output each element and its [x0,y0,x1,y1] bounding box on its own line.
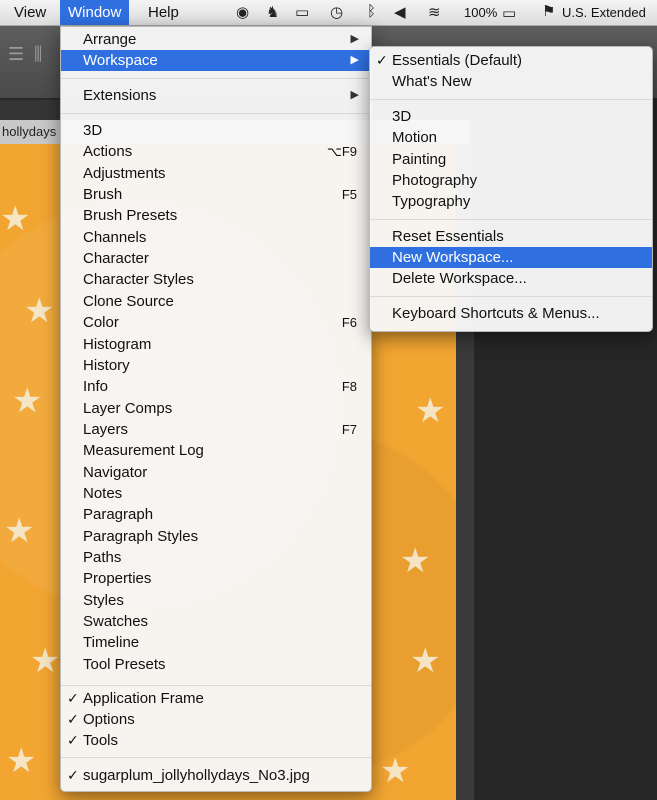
menu-item-panel[interactable]: Notes [61,483,371,504]
menu-item-panel[interactable]: Character [61,248,371,269]
window-menu: Arrange ▶ Workspace ▶ Extensions ▶ 3D Act… [60,26,372,792]
menu-item-panel[interactable]: Character Styles [61,269,371,290]
menu-item-panel[interactable]: Adjustments [61,163,371,184]
menu-item-options[interactable]: ✓ Options [61,709,371,730]
battery-percent: 100% [464,5,498,20]
menu-item-panel[interactable]: Info F8 [61,376,371,397]
submenu-arrow-icon: ▶ [350,89,359,101]
menu-item-panel[interactable]: Color F6 [61,312,371,333]
menu-divider [370,99,652,100]
airplay-icon[interactable]: ▭ [295,3,309,21]
star-pattern: ★ [0,200,31,238]
star-pattern: ★ [6,742,37,780]
menu-item-panel[interactable]: Swatches [61,611,371,632]
menu-item-panel[interactable]: Tool Presets [61,654,371,675]
star-pattern: ★ [4,512,35,550]
menu-help[interactable]: Help [140,0,187,25]
workspace-submenu: ✓ Essentials (Default) What's New 3D Mot… [369,46,653,332]
star-pattern: ★ [30,642,61,680]
menu-divider [370,296,652,297]
star-pattern: ★ [12,382,43,420]
wifi-icon[interactable]: ≋ [428,3,441,21]
menubar: View Window Help ◉ ♞ ▭ ◷ ᛒ ◀ ≋ 100% ▭ ⚑ … [0,0,657,26]
menu-item-panel[interactable]: Measurement Log [61,440,371,461]
menu-item-panel[interactable]: Layers F7 [61,419,371,440]
menu-item-panel[interactable]: Paragraph Styles [61,526,371,547]
star-pattern: ★ [410,642,441,680]
bluetooth-icon[interactable]: ᛒ [367,3,376,20]
menu-item-3d[interactable]: 3D [370,106,652,127]
menu-item-keyboard-shortcuts[interactable]: Keyboard Shortcuts & Menus... [370,303,652,324]
circle-a-icon[interactable]: ◉ [236,3,249,21]
star-pattern: ★ [400,542,431,580]
menu-item-panel[interactable]: Timeline [61,632,371,653]
menu-divider [61,78,371,79]
menu-item-tools[interactable]: ✓ Tools [61,730,371,751]
input-source[interactable]: U.S. Extended [562,0,646,25]
menu-item-panel[interactable]: 3D [61,120,371,141]
checkmark-icon: ✓ [67,690,79,706]
evernote-icon[interactable]: ♞ [266,3,279,21]
menu-divider [370,219,652,220]
menu-item-painting[interactable]: Painting [370,149,652,170]
menu-item-panel[interactable]: Paragraph [61,504,371,525]
shortcut-label: F6 [341,315,357,331]
menu-item-typography[interactable]: Typography [370,191,652,212]
menu-item-panel[interactable]: Channels [61,227,371,248]
menu-item-panel[interactable]: Actions ⌥F9 [61,141,371,162]
menu-item-panel[interactable]: Brush F5 [61,184,371,205]
toolbar-icon[interactable]: ☰ [8,44,24,65]
flag-icon: ⚑ [542,3,556,20]
star-pattern: ★ [415,392,446,430]
menu-item-panel[interactable]: Clone Source [61,291,371,312]
shortcut-label: F5 [341,187,357,203]
submenu-arrow-icon: ▶ [350,33,359,45]
menu-item-photography[interactable]: Photography [370,170,652,191]
menu-item-panel[interactable]: Layer Comps [61,398,371,419]
battery-icon[interactable]: ▭ [502,4,516,22]
menu-item-delete-workspace[interactable]: Delete Workspace... [370,268,652,289]
menu-item-panel[interactable]: Brush Presets [61,205,371,226]
menu-item-extensions[interactable]: Extensions ▶ [61,85,371,106]
menu-divider [61,685,371,686]
volume-icon[interactable]: ◀ [394,3,406,21]
menu-item-panel[interactable]: Styles [61,590,371,611]
star-pattern: ★ [380,752,411,790]
menu-item-motion[interactable]: Motion [370,127,652,148]
menu-item-panel[interactable]: Navigator [61,462,371,483]
menu-item-application-frame[interactable]: ✓ Application Frame [61,688,371,709]
menu-item-panel[interactable]: Properties [61,568,371,589]
menu-item-new-workspace[interactable]: New Workspace... [370,247,652,268]
checkmark-icon: ✓ [67,767,79,783]
menu-item-open-document[interactable]: ✓ sugarplum_jollyhollydays_No3.jpg [61,765,371,786]
menu-item-panel[interactable]: Histogram [61,334,371,355]
star-pattern: ★ [24,292,55,330]
menu-item-panel[interactable]: History [61,355,371,376]
time-machine-icon[interactable]: ◷ [330,3,343,21]
menu-divider [61,757,371,758]
checkmark-icon: ✓ [67,732,79,748]
shortcut-label: F7 [341,421,357,437]
submenu-arrow-icon: ▶ [350,54,359,66]
menu-item-workspace[interactable]: Workspace ▶ [61,50,371,71]
shortcut-label: ⌥F9 [326,144,357,160]
shortcut-label: F8 [341,379,357,395]
menu-window[interactable]: Window [60,0,130,25]
menu-item-whats-new[interactable]: What's New [370,71,652,92]
menu-item-panel[interactable]: Paths [61,547,371,568]
menu-divider [61,113,371,114]
checkmark-icon: ✓ [376,52,388,68]
checkmark-icon: ✓ [67,711,79,727]
menu-item-essentials[interactable]: ✓ Essentials (Default) [370,50,652,71]
menu-item-arrange[interactable]: Arrange ▶ [61,29,371,50]
toolbar-icon[interactable]: ⫼ [34,44,42,65]
menu-item-reset-essentials[interactable]: Reset Essentials [370,226,652,247]
menu-view[interactable]: View [6,0,54,25]
